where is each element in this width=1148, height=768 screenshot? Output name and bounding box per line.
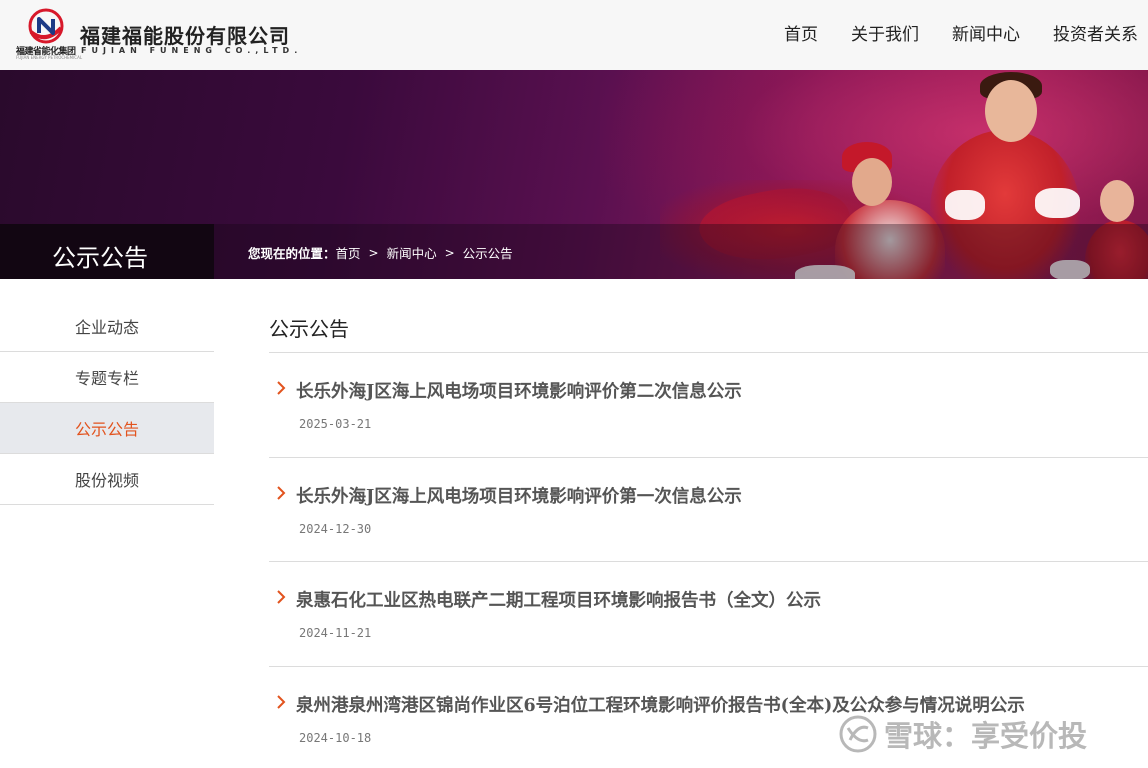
- chevron-right-icon: [277, 381, 286, 395]
- list-item[interactable]: 长乐外海J区海上风电场项目环境影响评价第二次信息公示 2025-03-21: [269, 353, 1148, 458]
- watermark-text: 雪球：享受价投: [884, 719, 1088, 753]
- nav-item-news[interactable]: 新闻中心: [952, 20, 1020, 45]
- section-title-box: 公示公告: [0, 224, 214, 279]
- nav-item-home[interactable]: 首页: [784, 20, 818, 45]
- sidebar-item-special-topics[interactable]: 专题专栏: [0, 352, 214, 403]
- page-banner: 公示公告 您现在的位置： 首页 > 新闻中心 > 公示公告: [0, 70, 1148, 279]
- news-title[interactable]: 长乐外海J区海上风电场项目环境影响评价第一次信息公示: [296, 483, 742, 508]
- news-date: 2024-10-18: [299, 730, 372, 745]
- nav-item-investor[interactable]: 投资者关系: [1053, 20, 1138, 45]
- breadcrumb-news[interactable]: 新闻中心: [387, 243, 437, 262]
- banner-dancer-face: [985, 80, 1037, 142]
- breadcrumb-label: 您现在的位置：: [248, 246, 336, 261]
- page-title: 公示公告: [269, 301, 1148, 353]
- banner-dancer-face: [852, 158, 892, 206]
- list-item[interactable]: 泉惠石化工业区热电联产二期工程项目环境影响报告书（全文）公示 2024-11-2…: [269, 562, 1148, 667]
- breadcrumb-current[interactable]: 公示公告: [463, 243, 513, 262]
- main-content: 公示公告 长乐外海J区海上风电场项目环境影响评价第二次信息公示 2025-03-…: [269, 301, 1148, 768]
- breadcrumb-separator: >: [368, 245, 379, 260]
- sidebar: 企业动态 专题专栏 公示公告 股份视频: [0, 301, 214, 505]
- sidebar-item-videos[interactable]: 股份视频: [0, 454, 214, 505]
- snowball-logo-icon: [839, 715, 877, 753]
- banner-dancer-face: [1100, 180, 1134, 222]
- company-name: 福建福能股份有限公司: [80, 24, 290, 48]
- chevron-right-icon: [277, 485, 286, 500]
- breadcrumb-home[interactable]: 首页: [336, 243, 361, 262]
- news-date: 2024-12-30: [299, 521, 372, 536]
- company-logo[interactable]: 福建省能化集团 FUJIAN ENERGY PETROCHEMICAL: [16, 8, 83, 60]
- news-title[interactable]: 泉惠石化工业区热电联产二期工程项目环境影响报告书（全文）公示: [296, 587, 821, 612]
- sidebar-item-company-news[interactable]: 企业动态: [0, 301, 214, 352]
- watermark: 雪球：享受价投: [838, 713, 1087, 755]
- breadcrumb-separator: >: [444, 245, 455, 260]
- chevron-right-icon: [277, 590, 286, 604]
- news-date: 2024-11-21: [299, 626, 372, 640]
- logo-emblem-icon: [28, 8, 64, 44]
- chevron-right-icon: [277, 694, 286, 709]
- sidebar-item-announcements[interactable]: 公示公告: [0, 403, 214, 454]
- logo-subtitle-en: FUJIAN ENERGY PETROCHEMICAL: [16, 55, 83, 60]
- main-nav: 首页 关于我们 新闻中心 投资者关系: [751, 20, 1138, 45]
- company-name-en: FUJIAN FUNENG CO.,LTD.: [81, 46, 303, 55]
- news-date: 2025-03-21: [299, 417, 372, 431]
- breadcrumb-bar: 您现在的位置： 首页 > 新闻中心 > 公示公告: [214, 224, 1148, 279]
- nav-item-about[interactable]: 关于我们: [851, 20, 919, 45]
- banner-costume-detail: [945, 190, 985, 220]
- news-title[interactable]: 长乐外海J区海上风电场项目环境影响评价第二次信息公示: [296, 378, 742, 403]
- site-header: 福建省能化集团 FUJIAN ENERGY PETROCHEMICAL 福建福能…: [0, 0, 1148, 70]
- list-item[interactable]: 长乐外海J区海上风电场项目环境影响评价第一次信息公示 2024-12-30: [269, 458, 1148, 562]
- breadcrumb: 您现在的位置： 首页 > 新闻中心 > 公示公告: [248, 243, 513, 262]
- section-title: 公示公告: [52, 244, 148, 272]
- banner-costume-detail: [1035, 188, 1080, 218]
